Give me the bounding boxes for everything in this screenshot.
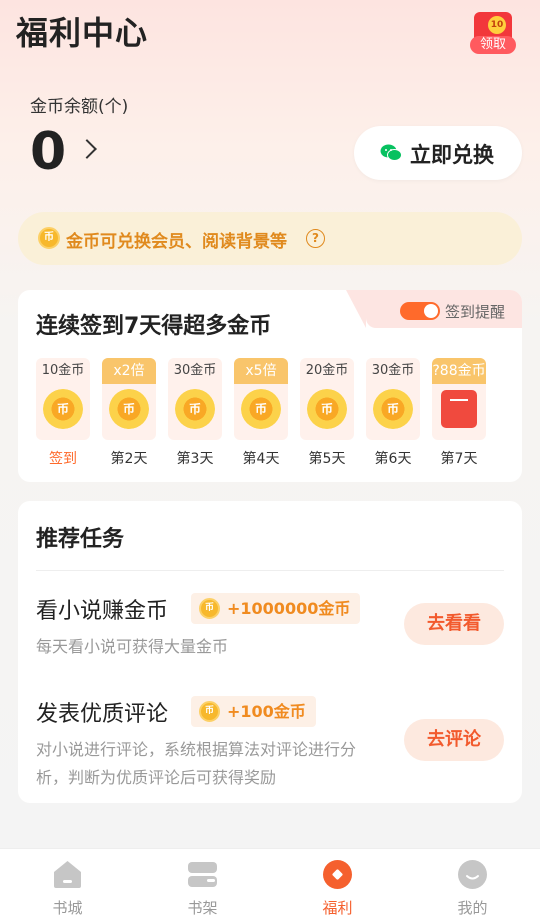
signin-day-reward: 30金币	[173, 363, 217, 378]
task-name: 发表优质评论	[36, 702, 169, 727]
signin-day-reward: x2倍	[102, 358, 156, 384]
nav-item-bookshelf[interactable]: 书架	[135, 849, 270, 923]
signin-card: 连续签到7天得超多金币 签到提醒 10金币币签到 x2倍币第2天 30金币币第3天 x…	[18, 290, 522, 482]
signin-day-reward: 20金币	[305, 363, 349, 378]
task-reward-text: +1000000金币	[227, 599, 351, 618]
coin-icon: 币	[175, 389, 215, 429]
nav-label: 福利	[322, 899, 353, 917]
redpacket-claim-button[interactable]: 10 领取	[470, 12, 516, 54]
signin-day-reward: ?88金币	[432, 358, 486, 384]
reminder-label: 签到提醒	[445, 303, 506, 321]
header: 福利中心 10 领取	[0, 0, 540, 60]
gift-icon	[441, 390, 477, 428]
balance-label: 金币余额(个)	[30, 97, 129, 117]
nav-label: 书城	[52, 899, 83, 917]
task-item-read: 看小说赚金币 币 +1000000金币 每天看小说可获得大量金币 去看看	[36, 593, 504, 673]
home-icon	[54, 861, 81, 888]
tasks-card: 推荐任务 看小说赚金币 币 +1000000金币 每天看小说可获得大量金币 去看…	[18, 501, 522, 803]
task-reward-badge: 币 +100金币	[191, 696, 316, 727]
signin-day-label: 第7天	[440, 451, 478, 467]
redpacket-label: 领取	[470, 36, 516, 54]
toggle-knob	[424, 304, 438, 318]
signin-day-label[interactable]: 签到	[36, 448, 90, 468]
signin-day-label: 第5天	[308, 451, 346, 467]
bottom-nav: 书城 书架 福利 我的	[0, 848, 540, 923]
go-comment-button[interactable]: 去评论	[404, 719, 504, 761]
coin-icon: 币	[373, 389, 413, 429]
signin-day-reward: 30金币	[371, 363, 415, 378]
help-icon[interactable]: ?	[306, 229, 325, 248]
nav-item-profile[interactable]: 我的	[405, 849, 540, 923]
coin-icon: 币	[38, 227, 60, 249]
signin-day-label: 第6天	[374, 451, 412, 467]
redpacket-badge: 10	[488, 16, 506, 34]
signin-day: 30金币币	[168, 358, 222, 440]
task-desc: 对小说进行评论，系统根据算法对评论进行分析，判断为优质评论后可获得奖励	[36, 740, 357, 787]
signin-day-label: 第4天	[242, 451, 280, 467]
task-reward-badge: 币 +1000000金币	[191, 593, 361, 624]
nav-item-bookstore[interactable]: 书城	[0, 849, 135, 923]
bookshelf-icon	[188, 862, 217, 887]
signin-day[interactable]: 10金币币	[36, 358, 90, 440]
signin-reminder: 签到提醒	[346, 290, 522, 328]
nav-item-welfare[interactable]: 福利	[270, 849, 405, 923]
coin-icon: 币	[241, 389, 281, 429]
signin-day: x5倍币	[234, 358, 288, 440]
coin-icon: 币	[199, 598, 220, 619]
signin-day-label: 第2天	[110, 451, 148, 467]
chevron-right-icon[interactable]	[77, 139, 97, 159]
divider	[36, 570, 504, 571]
coin-icon: 币	[109, 389, 149, 429]
signin-day-reward: x5倍	[234, 358, 288, 384]
nav-label: 我的	[457, 899, 488, 917]
signin-title: 连续签到7天得超多金币	[36, 314, 272, 339]
signin-days: 10金币币签到 x2倍币第2天 30金币币第3天 x5倍币第4天 20金币币第5天 30金…	[36, 358, 506, 468]
signin-day-label: 第3天	[176, 451, 214, 467]
signin-day: ?88金币	[432, 358, 486, 440]
profile-icon	[458, 860, 487, 889]
task-reward-text: +100金币	[227, 702, 306, 721]
coin-icon: 币	[43, 389, 83, 429]
wechat-icon	[380, 144, 402, 161]
reminder-toggle[interactable]	[400, 302, 440, 320]
coin-tip-bar: 币 金币可兑换会员、阅读背景等 ?	[18, 212, 522, 265]
signin-day: 30金币币	[366, 358, 420, 440]
task-desc: 每天看小说可获得大量金币	[36, 637, 229, 656]
coin-icon: 币	[307, 389, 347, 429]
page-title: 福利中心	[16, 14, 149, 52]
balance-value[interactable]: 0	[30, 122, 66, 182]
coin-icon: 币	[199, 701, 220, 722]
exchange-button[interactable]: 立即兑换	[354, 126, 522, 180]
welfare-icon	[323, 860, 352, 889]
signin-day-reward: 10金币	[41, 363, 85, 378]
coin-tip-text: 金币可兑换会员、阅读背景等	[66, 232, 287, 252]
nav-label: 书架	[187, 899, 218, 917]
signin-day: x2倍币	[102, 358, 156, 440]
tasks-title: 推荐任务	[36, 527, 125, 552]
task-name: 看小说赚金币	[36, 599, 169, 624]
signin-day: 20金币币	[300, 358, 354, 440]
go-read-button[interactable]: 去看看	[404, 603, 504, 645]
task-item-comment: 发表优质评论 币 +100金币 对小说进行评论，系统根据算法对评论进行分析，判断…	[36, 696, 504, 796]
exchange-button-label: 立即兑换	[410, 143, 494, 167]
